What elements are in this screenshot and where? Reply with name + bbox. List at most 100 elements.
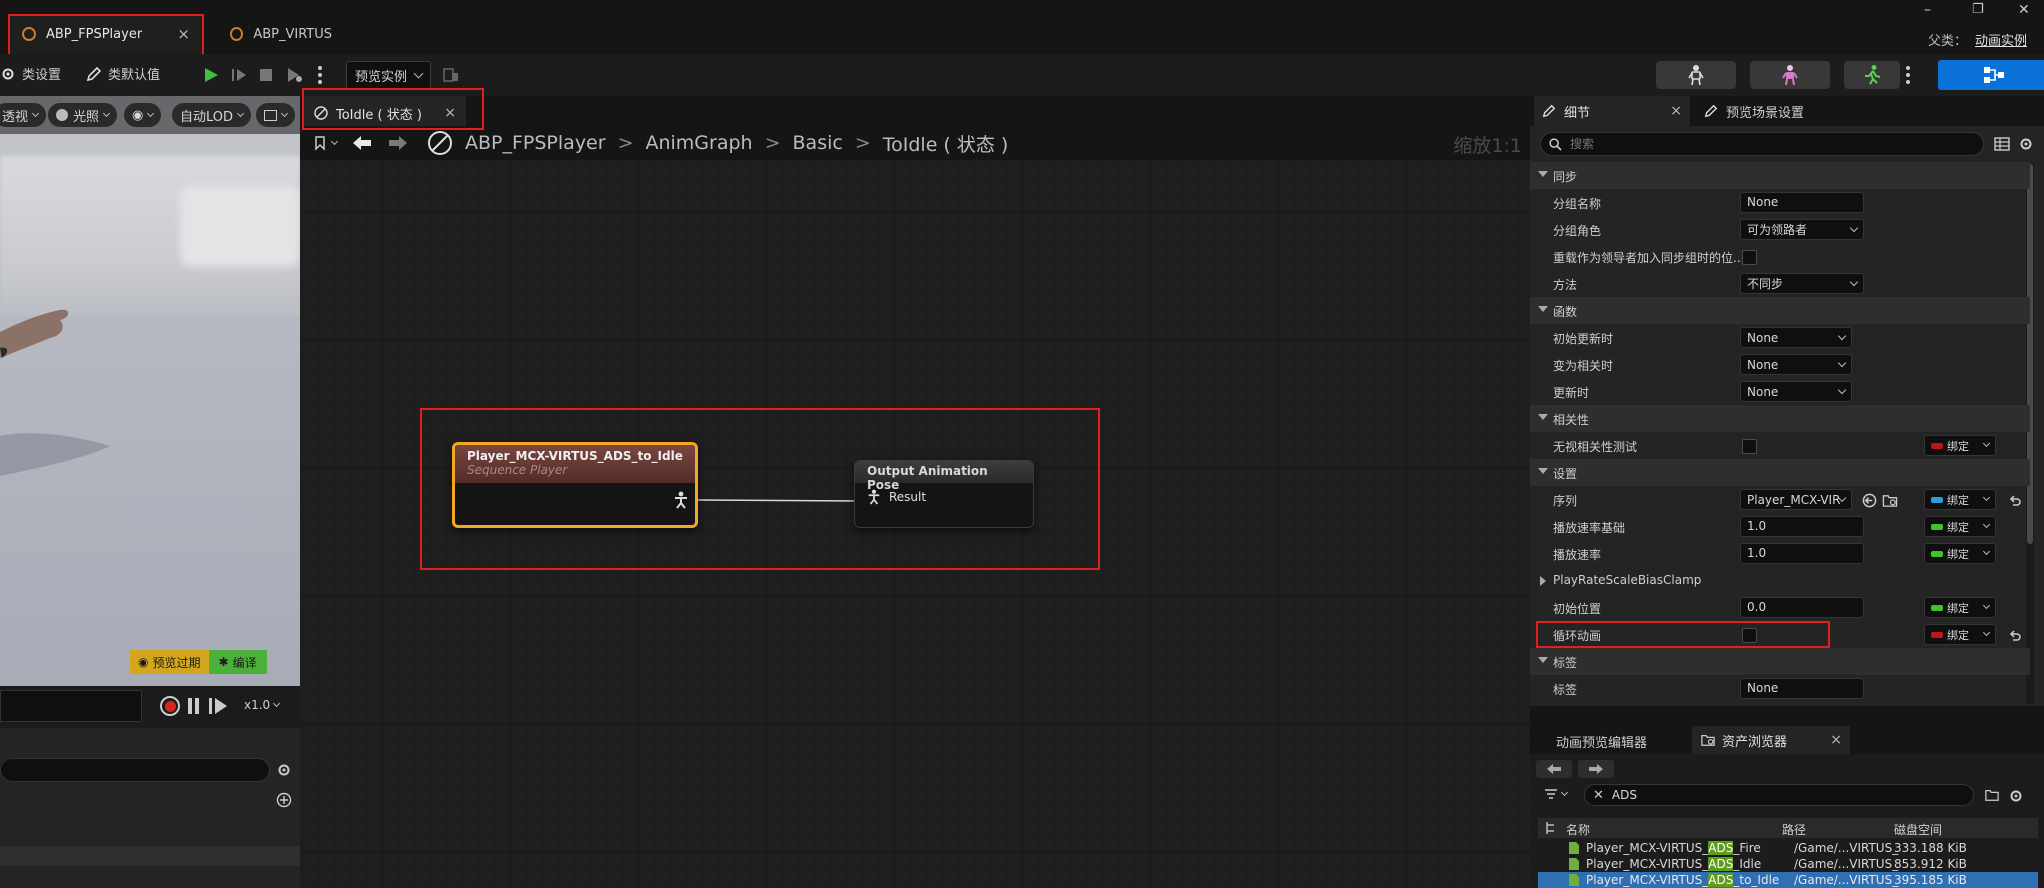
step-forward-icon[interactable]: [208, 697, 228, 715]
mesh-mode-button[interactable]: [1750, 61, 1830, 89]
details-search[interactable]: [1540, 132, 1984, 156]
show-dropdown[interactable]: ◉: [124, 103, 162, 127]
more-options-icon[interactable]: [318, 66, 322, 84]
close-tab-icon[interactable]: ×: [1830, 732, 1842, 748]
animation-mode-button[interactable]: [1844, 61, 1900, 89]
more-options-icon[interactable]: [1906, 66, 1910, 84]
bookmark-icon[interactable]: [312, 135, 328, 151]
chevron-down-icon[interactable]: [330, 137, 339, 145]
bind-dropdown[interactable]: 绑定: [1924, 435, 1996, 456]
close-window-icon[interactable]: ✕: [2018, 2, 2030, 18]
tab-asset-browser[interactable]: 资产浏览器 ×: [1692, 726, 1850, 754]
add-icon[interactable]: [276, 792, 292, 808]
gear-icon[interactable]: [276, 762, 292, 778]
group-name-field[interactable]: None: [1740, 192, 1864, 213]
bind-dropdown[interactable]: 绑定: [1924, 489, 1996, 510]
breadcrumb-item[interactable]: AnimGraph: [645, 132, 752, 154]
search-input[interactable]: [1570, 137, 1950, 151]
class-defaults-button[interactable]: 类默认值: [86, 64, 160, 83]
tab-details[interactable]: 细节 ×: [1534, 96, 1690, 126]
simulate-icon[interactable]: [284, 65, 304, 85]
perspective-dropdown[interactable]: 透视: [0, 103, 47, 127]
tab-toidle-state[interactable]: ToIdle ( 状态 ) ×: [304, 96, 466, 130]
on-update-dropdown[interactable]: None: [1740, 381, 1852, 402]
gear-icon[interactable]: [2008, 788, 2024, 804]
loop-animation-checkbox[interactable]: [1742, 628, 1757, 643]
preview-viewport[interactable]: ◉ 预览过期 ✱ 编译: [0, 96, 300, 686]
back-arrow-icon[interactable]: [351, 135, 373, 151]
sequence-player-node[interactable]: Player_MCX-VIRTUS_ADS_to_Idle Sequence P…: [452, 442, 698, 528]
parent-class-link[interactable]: 动画实例: [1975, 30, 2027, 49]
column-name[interactable]: 名称: [1566, 821, 1590, 838]
category-functions[interactable]: 函数: [1530, 297, 2030, 324]
tab-anim-preview-editor[interactable]: 动画预览编辑器: [1556, 732, 1647, 751]
become-relevant-dropdown[interactable]: None: [1740, 354, 1852, 375]
tab-abp-fpsplayer[interactable]: ABP_FPSPlayer ×: [8, 14, 204, 54]
ignore-relevancy-checkbox[interactable]: [1742, 439, 1757, 454]
close-tab-icon[interactable]: ×: [1670, 103, 1682, 119]
method-dropdown[interactable]: 不同步: [1740, 273, 1864, 294]
use-selected-icon[interactable]: [1862, 493, 1877, 508]
play-rate-basis-field[interactable]: 1.0: [1740, 516, 1864, 537]
forward-arrow-icon[interactable]: [387, 135, 409, 151]
table-row[interactable]: Player_MCX-VIRTUS_ADS_to_Idle /Game/...V…: [1538, 872, 2038, 888]
pose-pin-icon[interactable]: [673, 491, 689, 509]
anim-graph-canvas[interactable]: Player_MCX-VIRTUS_ADS_to_Idle Sequence P…: [300, 130, 1530, 888]
stop-icon[interactable]: [258, 67, 274, 83]
column-path[interactable]: 路径: [1782, 821, 1806, 838]
column-disk-size[interactable]: 磁盘空间: [1894, 821, 1942, 838]
record-icon[interactable]: [160, 696, 180, 716]
graph-mode-button[interactable]: [1938, 60, 2044, 90]
forward-button[interactable]: [1578, 760, 1614, 778]
table-row[interactable]: Player_MCX-VIRTUS_ADS_Idle /Game/...VIRT…: [1538, 856, 2038, 872]
tab-abp-virtus[interactable]: ABP_VIRTUS: [216, 14, 346, 54]
category-sync[interactable]: 同步: [1530, 162, 2030, 189]
start-position-field[interactable]: 0.0: [1740, 597, 1864, 618]
close-tab-icon[interactable]: ×: [444, 105, 456, 121]
override-leader-checkbox[interactable]: [1742, 250, 1757, 265]
browse-folder-icon[interactable]: [1882, 493, 1898, 508]
reset-arrow-icon[interactable]: [2008, 628, 2022, 642]
gear-icon[interactable]: [2018, 136, 2034, 152]
search-input[interactable]: [0, 758, 270, 782]
play-icon[interactable]: [202, 66, 220, 84]
group-role-dropdown[interactable]: 可为领路者: [1740, 219, 1864, 240]
filter-dropdown[interactable]: [1544, 788, 1569, 800]
initial-update-dropdown[interactable]: None: [1740, 327, 1852, 348]
list-item[interactable]: [0, 846, 300, 866]
bind-dropdown[interactable]: 绑定: [1924, 543, 1996, 564]
tab-preview-scene-settings[interactable]: 预览场景设置: [1698, 96, 1810, 126]
table-row[interactable]: Player_MCX-VIRTUS_ADS_Fire /Game/...VIRT…: [1538, 840, 2038, 856]
debug-filter-icon[interactable]: [442, 66, 460, 84]
asset-search-input[interactable]: ✕ ADS: [1584, 784, 1974, 806]
class-settings-button[interactable]: 类设置: [0, 64, 61, 83]
lod-dropdown[interactable]: 自动LOD: [172, 103, 252, 127]
play-rate-field[interactable]: 1.0: [1740, 543, 1864, 564]
bind-dropdown[interactable]: 绑定: [1924, 597, 1996, 618]
category-tags[interactable]: 标签: [1530, 648, 2030, 675]
close-tab-icon[interactable]: ×: [177, 25, 190, 43]
playback-speed-dropdown[interactable]: x1.0: [244, 698, 281, 712]
timeline-scrubber[interactable]: [0, 690, 142, 722]
bind-dropdown[interactable]: 绑定: [1924, 516, 1996, 537]
browse-folder-icon[interactable]: [1984, 788, 2000, 802]
table-view-icon[interactable]: [1994, 136, 2010, 152]
reset-arrow-icon[interactable]: [2008, 493, 2022, 507]
compile-button[interactable]: ✱ 编译: [208, 650, 267, 674]
preview-instance-dropdown[interactable]: 预览实例: [346, 61, 432, 89]
restore-icon[interactable]: ❐: [1972, 2, 1984, 17]
output-pose-node[interactable]: Output Animation Pose Result: [854, 460, 1034, 528]
tag-field[interactable]: None: [1740, 678, 1864, 699]
clear-search-icon[interactable]: ✕: [1593, 788, 1604, 803]
lighting-dropdown[interactable]: 光照: [48, 103, 118, 127]
prop-play-rate-clamp[interactable]: PlayRateScaleBiasClamp: [1530, 567, 2030, 594]
breadcrumb-item[interactable]: Basic: [793, 132, 843, 154]
breadcrumb-item[interactable]: ToIdle ( 状态 ): [883, 130, 1009, 157]
step-icon[interactable]: [230, 66, 248, 84]
sequence-asset-dropdown[interactable]: Player_MCX-VIR: [1740, 489, 1852, 510]
bind-dropdown[interactable]: 绑定: [1924, 624, 1996, 645]
category-relevancy[interactable]: 相关性: [1530, 405, 2030, 432]
pause-icon[interactable]: [188, 698, 199, 718]
minimize-icon[interactable]: –: [1924, 2, 1931, 18]
skeleton-mode-button[interactable]: [1656, 61, 1736, 89]
